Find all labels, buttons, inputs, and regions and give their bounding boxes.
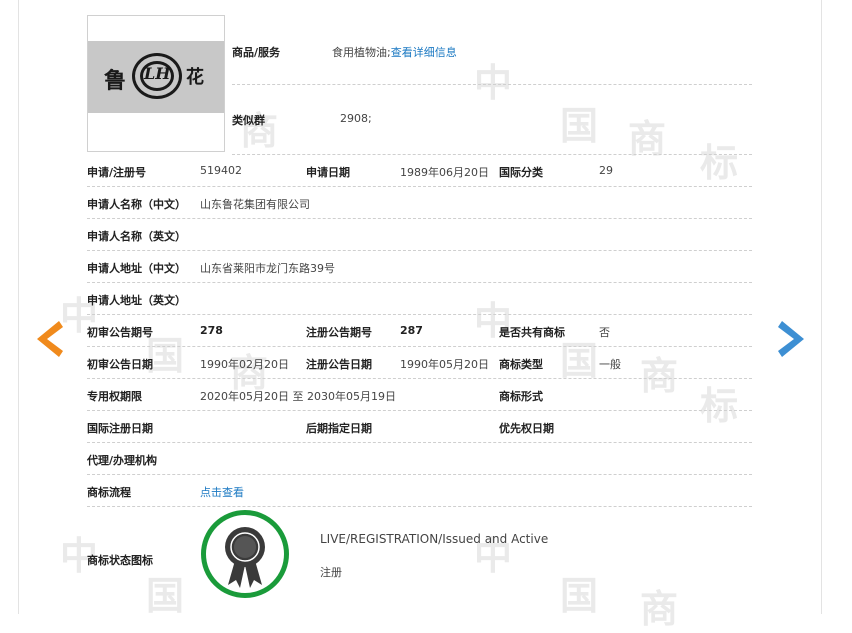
apply-date-value: 1989年06月20日 xyxy=(400,166,489,179)
status-row: 商标状态图标 LIVE/REGISTRATION/Issued and Acti… xyxy=(87,505,752,612)
reg-pub-no-value: 287 xyxy=(400,324,423,337)
row-applicant-en: 申请人名称（英文） xyxy=(87,218,752,251)
next-record-button[interactable] xyxy=(776,319,808,359)
goods-label: 商品/服务 xyxy=(232,46,281,59)
similar-group-value: 2908; xyxy=(340,112,372,125)
chevron-right-icon xyxy=(778,321,804,357)
logo-char-right: 花 xyxy=(186,67,204,88)
status-text-en: LIVE/REGISTRATION/Issued and Active xyxy=(320,532,549,546)
trademark-logo: 鲁 LH 花 xyxy=(88,41,224,113)
applicant-cn-value: 山东鲁花集团有限公司 xyxy=(200,198,310,211)
row-prelim-pub-date: 初审公告日期 1990年02月20日 注册公告日期 1990年05月20日 商标… xyxy=(87,346,752,379)
status-badge xyxy=(201,510,289,598)
row-address-en: 申请人地址（英文） xyxy=(87,282,752,315)
mark-type-value: 一般 xyxy=(599,358,621,371)
row-applicant-cn: 申请人名称（中文） 山东鲁花集团有限公司 xyxy=(87,186,752,219)
row-prelim-pub-no: 初审公告期号 278 注册公告期号 287 是否共有商标 否 xyxy=(87,314,752,347)
exclusive-period-value: 2020年05月20日 至 2030年05月19日 xyxy=(200,390,396,403)
reg-no-value: 519402 xyxy=(200,164,242,177)
prelim-pub-date-value: 1990年02月20日 xyxy=(200,358,289,371)
award-ribbon-icon xyxy=(225,527,265,588)
similar-group-label: 类似群 xyxy=(232,114,265,127)
row-process: 商标流程 点击查看 xyxy=(87,474,752,507)
row-address-cn: 申请人地址（中文） 山东省莱阳市龙门东路39号 xyxy=(87,250,752,283)
logo-emblem: LH xyxy=(132,53,182,99)
row-agency: 代理/办理机构 xyxy=(87,442,752,475)
shared-value: 否 xyxy=(599,326,610,339)
logo-char-left: 鲁 xyxy=(104,68,127,94)
chevron-left-icon xyxy=(37,321,63,357)
trademark-image: 鲁 LH 花 xyxy=(87,15,225,152)
prev-record-button[interactable] xyxy=(33,319,65,359)
status-label: 商标状态图标 xyxy=(87,554,153,567)
goods-services-row: 商品/服务 食用植物油;查看详细信息 xyxy=(232,40,752,85)
row-exclusive-period: 专用权期限 2020年05月20日 至 2030年05月19日 商标形式 xyxy=(87,378,752,411)
similar-group-row: 类似群 2908; xyxy=(232,84,752,155)
address-cn-value: 山东省莱阳市龙门东路39号 xyxy=(200,262,335,275)
row-intl-reg-date: 国际注册日期 后期指定日期 优先权日期 xyxy=(87,410,752,443)
process-view-link[interactable]: 点击查看 xyxy=(200,484,244,500)
goods-value: 食用植物油;查看详细信息 xyxy=(332,46,457,59)
reg-pub-date-value: 1990年05月20日 xyxy=(400,358,489,371)
prelim-pub-no-value: 278 xyxy=(200,324,223,337)
intl-class-value: 29 xyxy=(599,164,613,177)
goods-detail-link[interactable]: 查看详细信息 xyxy=(391,46,457,59)
status-text-cn: 注册 xyxy=(320,566,342,579)
row-reg-no: 申请/注册号 519402 申请日期 1989年06月20日 国际分类 29 xyxy=(87,154,752,187)
